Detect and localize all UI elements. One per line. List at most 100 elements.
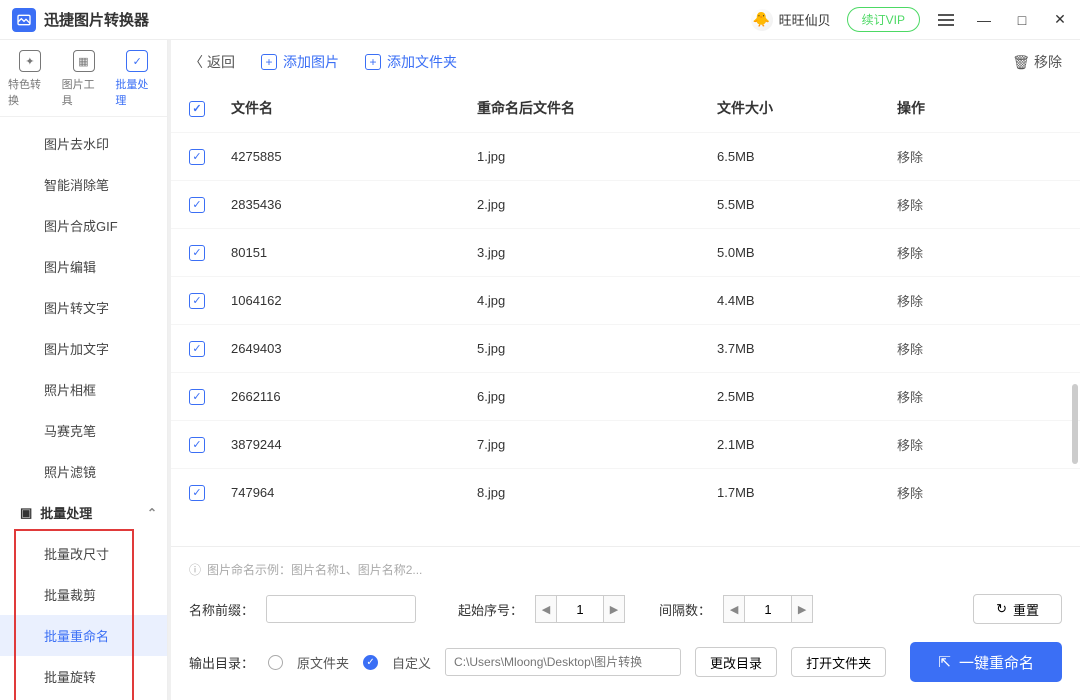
row-checkbox[interactable]: [189, 293, 205, 309]
menu-icon[interactable]: [938, 14, 954, 26]
file-table: 文件名 重命名后文件名 文件大小 操作 42758851.jpg6.5MB移除2…: [171, 84, 1080, 546]
radio-original-folder[interactable]: [268, 655, 283, 670]
radio-custom-folder[interactable]: [363, 655, 378, 670]
sidebar-item[interactable]: 图片去水印: [0, 123, 167, 164]
cell-size: 2.5MB: [717, 389, 897, 404]
user-area[interactable]: 🐥 旺旺仙贝: [751, 9, 831, 31]
cell-filename: 2835436: [231, 197, 477, 212]
row-checkbox[interactable]: [189, 149, 205, 165]
add-folder-button[interactable]: +添加文件夹: [365, 52, 457, 72]
sidebar-item[interactable]: 照片相框: [0, 369, 167, 410]
start-decrement[interactable]: ◀: [535, 595, 557, 623]
sidebar-sub-item[interactable]: 批量裁剪: [0, 574, 167, 615]
row-remove-button[interactable]: 移除: [897, 198, 923, 213]
interval-input[interactable]: [745, 595, 791, 623]
row-remove-button[interactable]: 移除: [897, 486, 923, 501]
cell-filename: 3879244: [231, 437, 477, 452]
row-remove-button[interactable]: 移除: [897, 390, 923, 405]
sidebar-item[interactable]: 图片编辑: [0, 246, 167, 287]
sidebar: ✦特色转换 ▦图片工具 ✓批量处理 图片去水印智能消除笔图片合成GIF图片编辑图…: [0, 40, 168, 700]
sidebar-group-batch[interactable]: ▣批量处理⌃: [0, 492, 167, 533]
cell-filename: 747964: [231, 485, 477, 500]
interval-increment[interactable]: ▶: [791, 595, 813, 623]
sidebar-item[interactable]: 图片转文字: [0, 287, 167, 328]
sidebar-item[interactable]: 智能消除笔: [0, 164, 167, 205]
table-header: 文件名 重命名后文件名 文件大小 操作: [171, 84, 1080, 132]
sidebar-tab-tools[interactable]: ▦图片工具: [62, 50, 106, 108]
cell-renamed: 8.jpg: [477, 485, 717, 500]
close-button[interactable]: ✕: [1052, 11, 1068, 28]
start-input[interactable]: [557, 595, 603, 623]
chevron-left-icon: 〈: [189, 52, 203, 72]
table-row: 10641624.jpg4.4MB移除: [171, 276, 1080, 324]
sidebar-item[interactable]: 图片加文字: [0, 328, 167, 369]
add-image-button[interactable]: +添加图片: [261, 52, 339, 72]
row-checkbox[interactable]: [189, 197, 205, 213]
batch-group-icon: ▣: [20, 505, 32, 521]
sidebar-item[interactable]: 图片合成GIF: [0, 205, 167, 246]
sidebar-item[interactable]: 照片滤镜: [0, 451, 167, 492]
radio-original-label: 原文件夹: [297, 653, 349, 672]
reset-icon: ↻: [996, 601, 1007, 617]
prefix-input[interactable]: [266, 595, 416, 623]
export-icon: ⇱: [938, 653, 951, 671]
naming-hint: ⓘ图片命名示例：图片名称1、图片名称2...: [189, 561, 1062, 578]
sidebar-tab-special[interactable]: ✦特色转换: [8, 50, 52, 108]
remove-all-button[interactable]: 🗑移除: [1012, 52, 1062, 72]
rename-action-button[interactable]: ⇱一键重命名: [910, 642, 1062, 682]
renew-vip-button[interactable]: 续订VIP: [847, 7, 920, 32]
row-remove-button[interactable]: 移除: [897, 294, 923, 309]
sidebar-sub-item[interactable]: 批量改尺寸: [0, 533, 167, 574]
row-remove-button[interactable]: 移除: [897, 246, 923, 261]
select-all-checkbox[interactable]: [189, 101, 205, 117]
batch-icon: ✓: [126, 50, 148, 72]
sidebar-item[interactable]: 马赛克笔: [0, 410, 167, 451]
app-logo-icon: [12, 8, 36, 32]
cell-filename: 4275885: [231, 149, 477, 164]
maximize-button[interactable]: □: [1014, 12, 1030, 28]
cell-size: 6.5MB: [717, 149, 897, 164]
avatar-icon: 🐥: [751, 9, 773, 31]
row-checkbox[interactable]: [189, 341, 205, 357]
row-checkbox[interactable]: [189, 485, 205, 501]
row-remove-button[interactable]: 移除: [897, 150, 923, 165]
cell-renamed: 1.jpg: [477, 149, 717, 164]
start-increment[interactable]: ▶: [603, 595, 625, 623]
minimize-button[interactable]: —: [976, 12, 992, 28]
col-header-renamed: 重命名后文件名: [477, 98, 717, 118]
cell-size: 2.1MB: [717, 437, 897, 452]
reset-button[interactable]: ↻重置: [973, 594, 1062, 624]
row-checkbox[interactable]: [189, 245, 205, 261]
table-row: 26494035.jpg3.7MB移除: [171, 324, 1080, 372]
row-checkbox[interactable]: [189, 389, 205, 405]
radio-custom-label: 自定义: [392, 653, 431, 672]
prefix-label: 名称前缀：: [189, 600, 254, 619]
start-stepper: ◀ ▶: [535, 595, 625, 623]
plus-icon: +: [365, 54, 381, 70]
cell-renamed: 5.jpg: [477, 341, 717, 356]
back-button[interactable]: 〈返回: [189, 52, 235, 72]
open-dir-button[interactable]: 打开文件夹: [791, 647, 886, 677]
table-row: 28354362.jpg5.5MB移除: [171, 180, 1080, 228]
row-checkbox[interactable]: [189, 437, 205, 453]
col-header-name: 文件名: [231, 98, 477, 118]
table-row: 7479648.jpg1.7MB移除: [171, 468, 1080, 516]
row-remove-button[interactable]: 移除: [897, 438, 923, 453]
scrollbar-thumb[interactable]: [1072, 384, 1078, 464]
sidebar-tab-batch[interactable]: ✓批量处理: [115, 50, 159, 108]
cell-renamed: 7.jpg: [477, 437, 717, 452]
cell-renamed: 3.jpg: [477, 245, 717, 260]
app-title: 迅捷图片转换器: [44, 9, 149, 30]
cell-filename: 2662116: [231, 389, 477, 404]
info-icon: ⓘ: [189, 561, 201, 578]
output-path-input[interactable]: [445, 648, 681, 676]
interval-decrement[interactable]: ◀: [723, 595, 745, 623]
sidebar-sub-item[interactable]: 批量重命名: [0, 615, 167, 656]
cell-size: 3.7MB: [717, 341, 897, 356]
trash-icon: 🗑: [1012, 54, 1030, 71]
sidebar-sub-item[interactable]: 批量旋转: [0, 656, 167, 697]
cell-renamed: 6.jpg: [477, 389, 717, 404]
change-dir-button[interactable]: 更改目录: [695, 647, 777, 677]
cell-size: 5.0MB: [717, 245, 897, 260]
row-remove-button[interactable]: 移除: [897, 342, 923, 357]
